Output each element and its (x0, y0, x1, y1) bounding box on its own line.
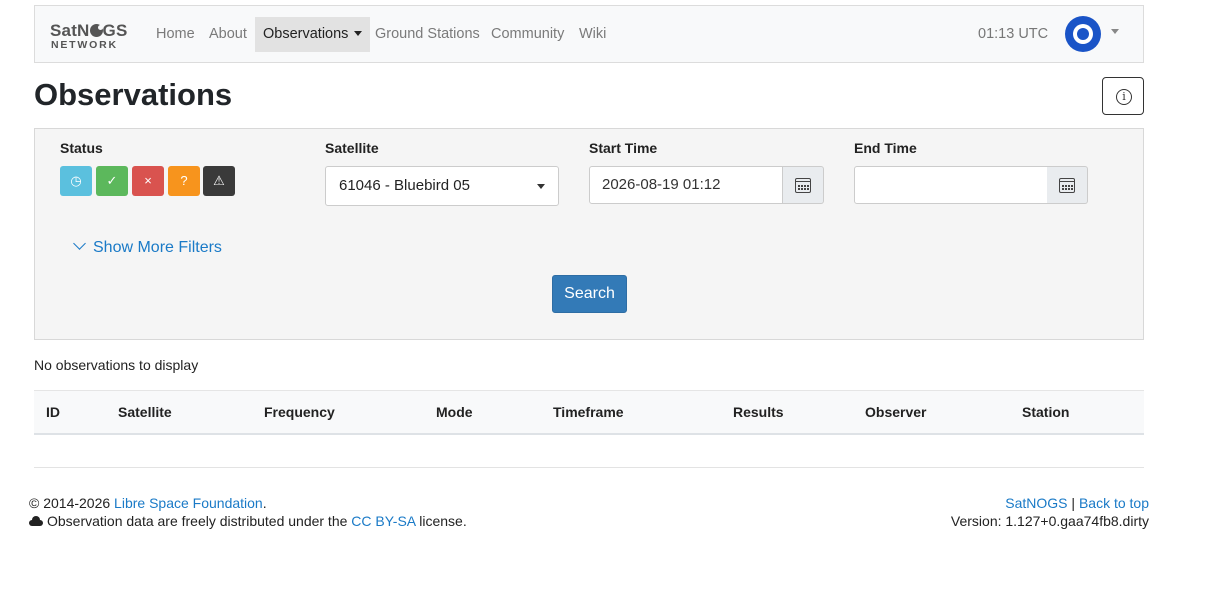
satellite-label: Satellite (325, 140, 379, 156)
chevron-down-icon (354, 31, 363, 36)
start-time-calendar-button[interactable] (783, 166, 824, 204)
nav-about[interactable]: About (201, 17, 255, 52)
cc-by-sa-link[interactable]: CC BY-SA (351, 513, 415, 529)
footer-separator: | (1071, 495, 1076, 511)
top-navbar: SatN GS NETWORK Home About Observations G… (34, 5, 1144, 63)
column-header-frequency[interactable]: Frequency (264, 404, 335, 420)
nav-observations[interactable]: Observations (255, 17, 371, 52)
status-label: Status (60, 140, 103, 156)
chevron-down-icon (73, 237, 86, 250)
empty-results-message: No observations to display (34, 357, 199, 373)
column-header-observer[interactable]: Observer (865, 404, 926, 420)
warning-icon: ⚠ (213, 173, 225, 188)
user-menu-chevron-down-icon[interactable] (1111, 29, 1119, 34)
info-icon: i (1116, 89, 1132, 105)
filter-panel: Status ◷ ✓ × ? ⚠ Satellite 61046 - Blueb… (34, 128, 1144, 340)
satnogs-logo[interactable]: SatN GS NETWORK (50, 21, 134, 52)
nav-community[interactable]: Community (483, 17, 572, 52)
user-avatar-power-icon[interactable] (1065, 16, 1101, 52)
show-more-filters-link[interactable]: Show More Filters (73, 237, 222, 257)
libre-space-foundation-link[interactable]: Libre Space Foundation (114, 495, 263, 511)
back-to-top-link[interactable]: Back to top (1079, 495, 1149, 511)
chevron-down-icon (537, 184, 545, 189)
nav-wiki[interactable]: Wiki (571, 17, 614, 52)
status-unknown-button[interactable]: ? (168, 166, 200, 196)
clock-icon: ◷ (70, 173, 82, 188)
question-icon: ? (180, 173, 188, 188)
search-button[interactable]: Search (552, 275, 627, 313)
satellite-selected-value: 61046 - Bluebird 05 (339, 177, 470, 194)
start-time-input[interactable]: 2026-08-19 01:12 (589, 166, 783, 204)
column-header-satellite[interactable]: Satellite (118, 404, 172, 420)
calendar-icon (1059, 178, 1075, 193)
footer-links: SatNOGS | Back to top (1005, 495, 1149, 511)
nav-observations-label: Observations (263, 26, 349, 42)
status-bad-button[interactable]: × (132, 166, 164, 196)
column-header-station[interactable]: Station (1022, 404, 1069, 420)
status-future-button[interactable]: ◷ (60, 166, 92, 196)
logo-subtitle: NETWORK (51, 39, 118, 51)
column-header-timeframe[interactable]: Timeframe (553, 404, 624, 420)
column-header-id[interactable]: ID (46, 404, 60, 420)
logo-wordmark: SatN GS (50, 21, 128, 40)
satnogs-link[interactable]: SatNOGS (1005, 495, 1067, 511)
info-button[interactable]: i (1102, 77, 1144, 115)
nav-ground-stations[interactable]: Ground Stations (367, 17, 488, 52)
status-good-button[interactable]: ✓ (96, 166, 128, 196)
license-prefix: Observation data are freely distributed … (47, 513, 348, 529)
end-time-label: End Time (854, 140, 917, 156)
show-more-filters-label: Show More Filters (93, 239, 222, 256)
x-icon: × (144, 173, 152, 188)
satellite-dot-icon (89, 24, 103, 37)
version-text: Version: 1.127+0.gaa74fb8.dirty (950, 513, 1149, 529)
column-header-results[interactable]: Results (733, 404, 784, 420)
calendar-icon (795, 178, 811, 193)
check-icon: ✓ (106, 173, 118, 188)
satellite-select[interactable]: 61046 - Bluebird 05 (325, 166, 559, 206)
end-time-calendar-button[interactable] (1047, 166, 1088, 204)
footer-divider (34, 467, 1144, 468)
start-time-label: Start Time (589, 140, 658, 156)
utc-clock: 01:13 UTC (978, 26, 1049, 42)
copyright-text: © 2014-2026 (29, 495, 111, 511)
page-title: Observations (34, 77, 233, 112)
observations-table-header: ID Satellite Frequency Mode Timeframe Re… (34, 390, 1144, 435)
license-suffix: license. (419, 513, 467, 529)
nav-home[interactable]: Home (148, 17, 203, 52)
footer-copyright: © 2014-2026 Libre Space Foundation. (29, 495, 267, 511)
cloud-icon (29, 516, 43, 526)
end-time-input[interactable] (854, 166, 1048, 204)
column-header-mode[interactable]: Mode (436, 404, 473, 420)
footer-license: Observation data are freely distributed … (29, 513, 467, 529)
status-failed-button[interactable]: ⚠ (203, 166, 235, 196)
